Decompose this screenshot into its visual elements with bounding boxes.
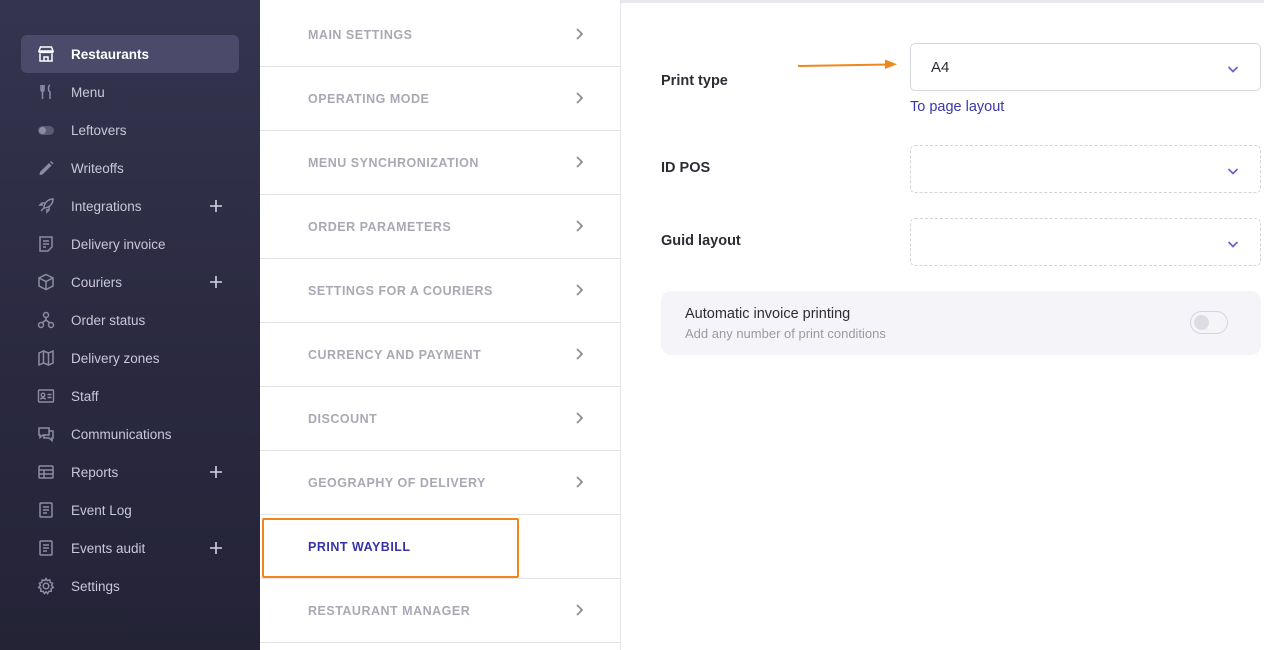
menu-item-currency-and-payment[interactable]: CURRENCY AND PAYMENT	[260, 323, 620, 387]
id-card-icon	[37, 387, 55, 405]
chevron-right-icon	[576, 156, 584, 168]
chevron-down-icon	[1227, 66, 1239, 73]
sidebar-item-settings[interactable]: Settings	[21, 567, 239, 605]
menu-item-print-waybill[interactable]: PRINT WAYBILL	[260, 515, 620, 579]
toggle-knob	[1194, 315, 1209, 330]
invoice-icon	[37, 235, 55, 253]
menu-item-settings-for-couriers[interactable]: SETTINGS FOR A COURIERS	[260, 259, 620, 323]
menu-item-operating-mode[interactable]: OPERATING MODE	[260, 67, 620, 131]
expand-plus-icon[interactable]	[207, 197, 225, 215]
menu-item-order-parameters[interactable]: ORDER PARAMETERS	[260, 195, 620, 259]
sidebar-item-event-log[interactable]: Event Log	[21, 491, 239, 529]
menu-item-label: RESTAURANT MANAGER	[308, 603, 471, 618]
menu-item-restaurant-manager[interactable]: RESTAURANT MANAGER	[260, 579, 620, 643]
sidebar-item-label: Menu	[71, 84, 105, 100]
menu-item-geography-of-delivery[interactable]: GEOGRAPHY OF DELIVERY	[260, 451, 620, 515]
expand-plus-icon[interactable]	[207, 273, 225, 291]
sidebar-item-order-status[interactable]: Order status	[21, 301, 239, 339]
sidebar-item-label: Settings	[71, 578, 120, 594]
chevron-right-icon	[576, 348, 584, 360]
page-layout-link[interactable]: To page layout	[910, 99, 1004, 115]
menu-item-main-settings[interactable]: MAIN SETTINGS	[260, 3, 620, 67]
id-pos-label: ID POS	[661, 160, 711, 176]
print-type-label: Print type	[661, 73, 728, 89]
flow-icon	[37, 311, 55, 329]
menu-item-label: ORDER PARAMETERS	[308, 219, 452, 234]
store-icon	[37, 45, 55, 63]
menu-item-label: SETTINGS FOR A COURIERS	[308, 283, 493, 298]
sidebar-item-staff[interactable]: Staff	[21, 377, 239, 415]
print-type-value: A4	[931, 59, 950, 76]
guid-layout-label: Guid layout	[661, 233, 741, 249]
sidebar-item-events-audit[interactable]: Events audit	[21, 529, 239, 567]
sidebar-item-label: Couriers	[71, 274, 123, 290]
chat-icon	[37, 425, 55, 443]
print-type-select[interactable]: A4	[910, 43, 1261, 91]
sidebar-item-restaurants[interactable]: Restaurants	[21, 35, 239, 73]
sidebar-item-writeoffs[interactable]: Writeoffs	[21, 149, 239, 187]
pencil-icon	[37, 159, 55, 177]
automatic-printing-title: Automatic invoice printing	[685, 306, 851, 322]
menu-item-label: CURRENCY AND PAYMENT	[308, 347, 482, 362]
settings-section-menu: MAIN SETTINGS OPERATING MODE MENU SYNCHR…	[260, 0, 621, 650]
guid-layout-select[interactable]	[910, 218, 1261, 266]
cutlery-icon	[37, 83, 55, 101]
sidebar-item-reports[interactable]: Reports	[21, 453, 239, 491]
sidebar-item-leftovers[interactable]: Leftovers	[21, 111, 239, 149]
sidebar-item-label: Leftovers	[71, 122, 127, 138]
sidebar-item-label: Delivery invoice	[71, 236, 166, 252]
audit-icon	[37, 539, 55, 557]
sidebar-item-label: Order status	[71, 312, 146, 328]
sidebar-item-label: Events audit	[71, 540, 146, 556]
sidebar-item-label: Restaurants	[71, 46, 150, 62]
chevron-right-icon	[576, 476, 584, 488]
automatic-printing-card: Automatic invoice printing Add any numbe…	[661, 291, 1261, 355]
chevron-right-icon	[576, 92, 584, 104]
box-icon	[37, 273, 55, 291]
sidebar-item-label: Integrations	[71, 198, 142, 214]
sidebar: Restaurants Menu Leftovers Writeoffs Int…	[0, 0, 260, 650]
menu-item-label: MENU SYNCHRONIZATION	[308, 155, 479, 170]
rocket-icon	[37, 197, 55, 215]
menu-item-label: MAIN SETTINGS	[308, 27, 413, 42]
sidebar-item-label: Event Log	[71, 502, 132, 518]
sidebar-item-menu[interactable]: Menu	[21, 73, 239, 111]
chevron-right-icon	[576, 284, 584, 296]
chevron-right-icon	[576, 220, 584, 232]
sidebar-item-label: Reports	[71, 464, 119, 480]
sidebar-item-label: Communications	[71, 426, 172, 442]
menu-item-discount[interactable]: DISCOUNT	[260, 387, 620, 451]
gear-icon	[37, 577, 55, 595]
sidebar-item-integrations[interactable]: Integrations	[21, 187, 239, 225]
map-icon	[37, 349, 55, 367]
menu-item-label: PRINT WAYBILL	[308, 539, 411, 554]
chevron-down-icon	[1227, 168, 1239, 175]
sidebar-item-label: Delivery zones	[71, 350, 160, 366]
sidebar-item-communications[interactable]: Communications	[21, 415, 239, 453]
automatic-printing-toggle[interactable]	[1190, 311, 1228, 334]
annotation-arrow-icon	[797, 59, 897, 69]
chevron-down-icon	[1227, 241, 1239, 248]
expand-plus-icon[interactable]	[207, 463, 225, 481]
toggle-icon	[37, 121, 55, 139]
sidebar-item-delivery-zones[interactable]: Delivery zones	[21, 339, 239, 377]
top-divider	[621, 0, 1264, 3]
automatic-printing-subtitle: Add any number of print conditions	[685, 326, 886, 341]
table-icon	[37, 463, 55, 481]
chevron-right-icon	[576, 28, 584, 40]
menu-item-label: GEOGRAPHY OF DELIVERY	[308, 475, 486, 490]
menu-item-label: DISCOUNT	[308, 411, 378, 426]
sidebar-item-label: Writeoffs	[71, 160, 124, 176]
sidebar-item-delivery-invoice[interactable]: Delivery invoice	[21, 225, 239, 263]
menu-item-label: OPERATING MODE	[308, 91, 430, 106]
chevron-right-icon	[576, 412, 584, 424]
id-pos-select[interactable]	[910, 145, 1261, 193]
log-icon	[37, 501, 55, 519]
expand-plus-icon[interactable]	[207, 539, 225, 557]
sidebar-item-couriers[interactable]: Couriers	[21, 263, 239, 301]
sidebar-item-label: Staff	[71, 388, 99, 404]
chevron-right-icon	[576, 604, 584, 616]
menu-item-menu-synchronization[interactable]: MENU SYNCHRONIZATION	[260, 131, 620, 195]
